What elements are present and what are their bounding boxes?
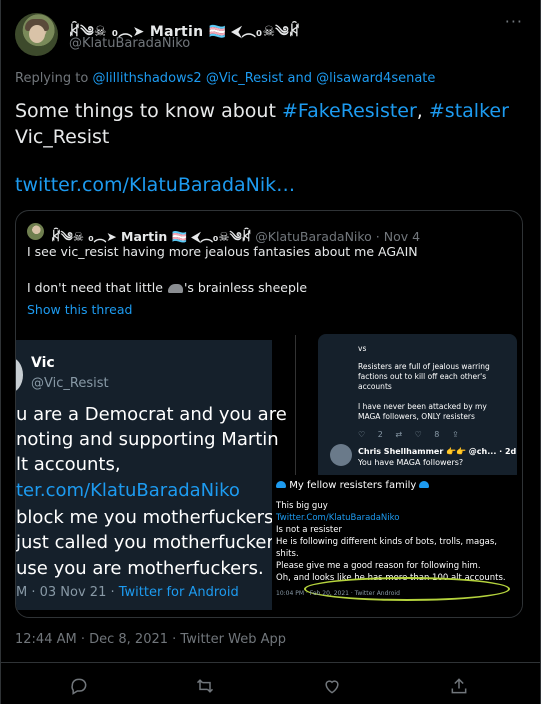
rt-reply-message: You have MAGA followers? <box>358 458 464 467</box>
wave-emoji-icon <box>419 481 430 488</box>
divider <box>0 662 541 663</box>
quote-text-line2: I don't need that little 's brainless sh… <box>27 280 307 295</box>
rb-line-link: Twitter.Com/KlatuBaradaNiko <box>276 513 400 523</box>
rb-header-text: My fellow resisters family <box>289 480 417 491</box>
vic-line: block me you motherfuckers <box>16 507 274 528</box>
vic-line: lt accounts, <box>16 454 121 475</box>
author-avatar[interactable] <box>15 13 58 56</box>
tweet-text-part2: Vic_Resist <box>15 126 110 148</box>
quoted-tweet[interactable]: ꊜ༄☠︎︎ ︎₀︎︵︎︎➤︎ Martin 🏳️‍⚧️ ⮜︎︵︎₀︎☠︎༄ꊜ @… <box>15 210 523 618</box>
image-divider <box>295 335 296 475</box>
vic-line: u are a Democrat and you are <box>16 404 287 425</box>
more-options-icon[interactable]: ··· <box>505 12 523 31</box>
vic-footer-app: Twitter for Android <box>118 585 239 600</box>
tweet-text: Some things to know about #FakeResister,… <box>15 98 525 150</box>
quote-text-line2b: 's brainless sheeple <box>183 280 308 295</box>
rt-reply-name: Chris Shellhammer 👉👉 @ch... · 2d ··· <box>358 447 517 456</box>
vic-footer: M · 03 Nov 21 · Twitter for Android <box>16 585 239 600</box>
tweet-timestamp[interactable]: 12:44 AM · Dec 8, 2021 · Twitter Web App <box>15 632 286 647</box>
vic-line: use you are motherfuckers. <box>16 558 264 579</box>
rt-vs: vs <box>358 344 367 353</box>
quote-text-line1: I see vic_resist having more jealous fan… <box>27 244 418 259</box>
quote-handle-date: @KlatuBaradaNiko · Nov 4 <box>255 229 421 244</box>
vic-line: noting and supporting Martin <box>16 429 279 450</box>
quote-display-name: ꊜ༄☠︎︎ ︎₀︎︵︎︎➤︎ Martin 🏳️‍⚧️ ⮜︎︵︎₀︎☠︎༄ꊜ <box>51 229 252 244</box>
rb-line: This big guy <box>276 501 328 511</box>
left-border <box>0 0 1 704</box>
hashtag-fakeresister[interactable]: #FakeResister <box>282 100 417 122</box>
replying-to: Replying to @lillithshadows2 @Vic_Resist… <box>15 71 435 86</box>
hashtag-stalker[interactable]: #stalker <box>429 100 509 122</box>
vic-footer-date: M · 03 Nov 21 · <box>16 585 115 600</box>
reply-icon[interactable] <box>69 676 89 696</box>
rt-paragraph2: I have never been attacked by my MAGA fo… <box>358 402 487 421</box>
tweet-text-part1: Some things to know about <box>15 100 276 122</box>
rt-paragraph1: Resisters are full of jealous warring fa… <box>358 362 490 391</box>
quote-text-line2a: I don't need that little <box>27 280 163 295</box>
rb-line: He is following different kinds of bots,… <box>276 537 498 547</box>
rt-reply-avatar <box>330 444 352 466</box>
rb-line: Please give me a good reason for followi… <box>276 561 481 571</box>
vic-avatar <box>16 357 23 393</box>
wave-emoji-icon <box>276 481 286 488</box>
rb-line: shits. <box>276 549 299 559</box>
vic-line: just called you motherfucker <box>16 532 274 553</box>
quote-avatar <box>27 223 44 240</box>
share-icon[interactable] <box>449 676 469 696</box>
rb-header: My fellow resisters family <box>276 480 430 491</box>
screenshot-image-left: Vic @Vic_Resist u are a Democrat and you… <box>16 340 287 610</box>
highlight-circle <box>304 577 510 601</box>
screenshot-image-right-bottom: My fellow resisters family This big guy … <box>272 475 522 613</box>
show-thread-link[interactable]: Show this thread <box>27 302 132 317</box>
screenshot-image-right-top: vs Resisters are full of jealous warring… <box>318 334 517 482</box>
replying-prefix: Replying to <box>15 71 89 86</box>
rt-action-icons: ♡ 2 ⇄ ♡ 8 ⇪ <box>358 430 459 439</box>
tweet-comma: , <box>416 100 423 122</box>
rb-line: Is not a resister <box>276 525 342 535</box>
vic-handle: @Vic_Resist <box>31 376 109 391</box>
like-icon[interactable] <box>322 676 342 696</box>
vic-name: Vic <box>31 355 55 371</box>
rb-footer: 10:04 PM · Feb 20, 2021 · Twitter Androi… <box>276 590 400 597</box>
tweet-link[interactable]: twitter.com/KlatuBaradaNik… <box>15 174 295 196</box>
rat-emoji-icon <box>167 284 183 293</box>
vic-line-link: ter.com/KlatuBaradaNiko <box>16 480 240 501</box>
author-handle[interactable]: @KlatuBaradaNiko <box>69 36 190 51</box>
replying-to-users[interactable]: @lillithshadows2 @Vic_Resist and @lisawa… <box>92 71 435 86</box>
retweet-icon[interactable] <box>195 676 215 696</box>
